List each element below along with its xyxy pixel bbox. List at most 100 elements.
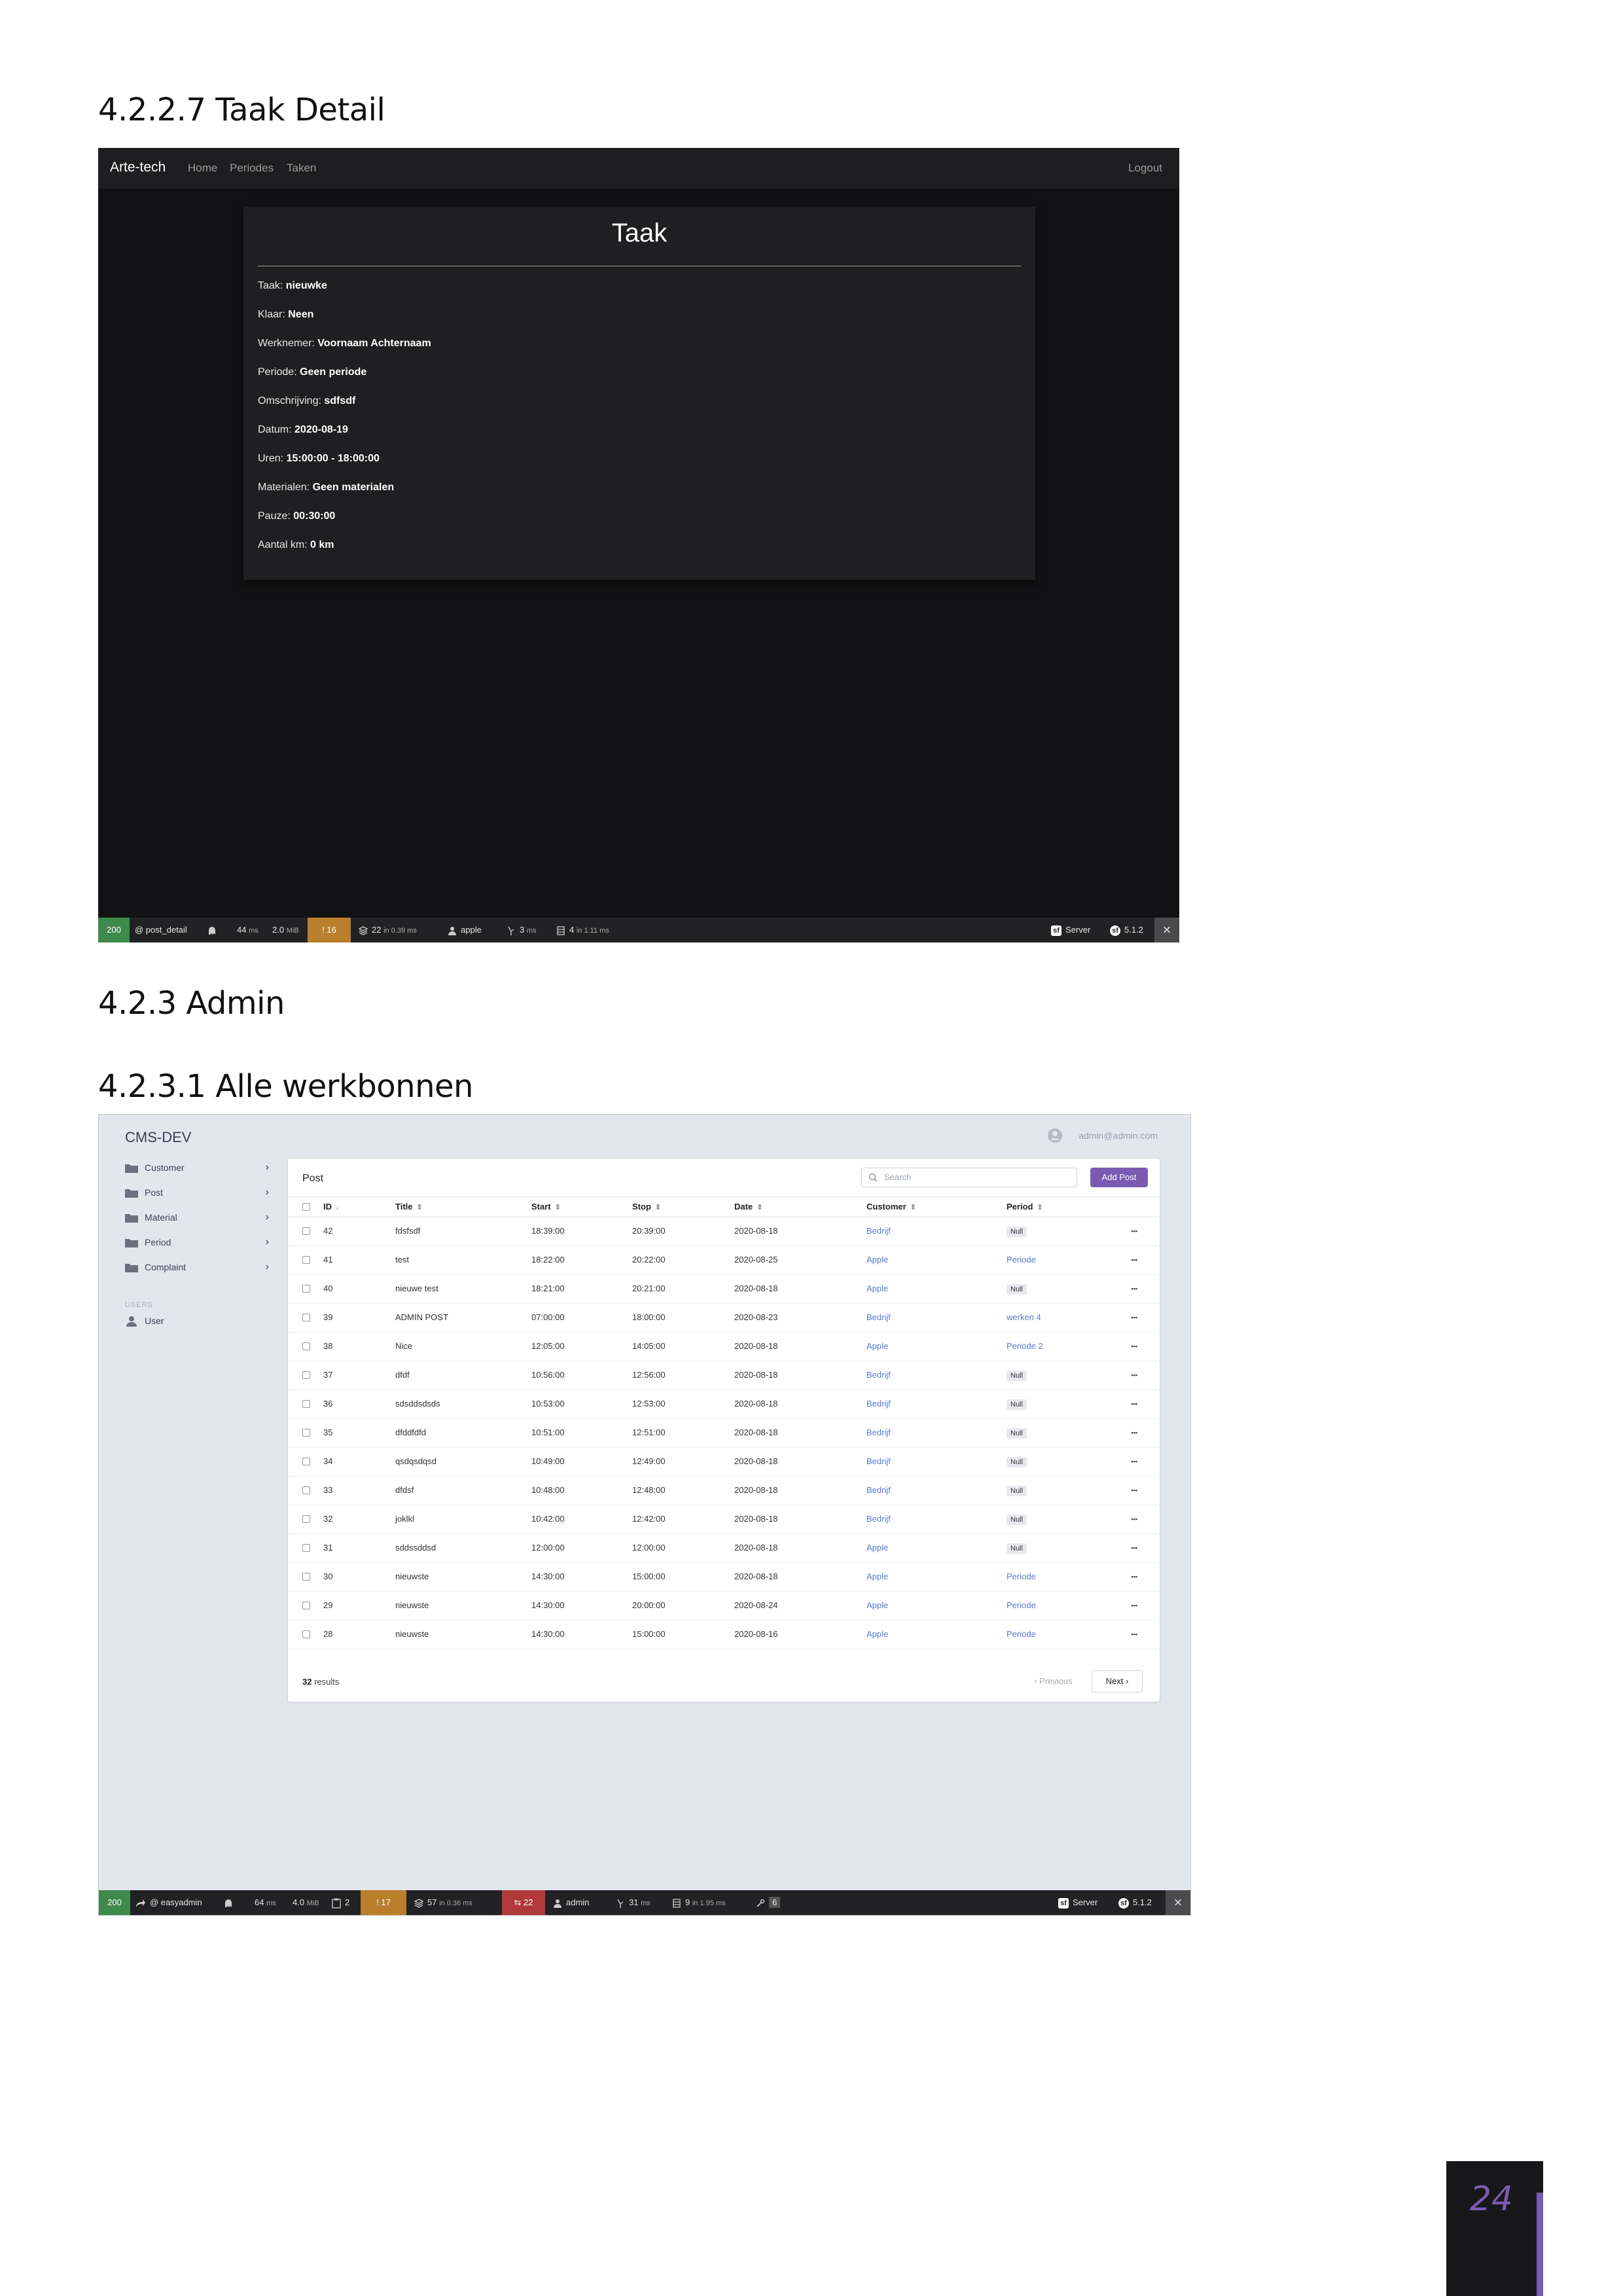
row-actions-icon[interactable]: ••• — [1132, 1390, 1137, 1418]
row-checkbox[interactable] — [302, 1314, 310, 1321]
row-actions-icon[interactable]: ••• — [1132, 1246, 1137, 1274]
twig-metric[interactable]: 6 — [756, 1890, 781, 1915]
table-row[interactable]: 40 nieuwe test 18:21:00 20:21:00 2020-08-18 A… — [288, 1274, 1160, 1304]
column-customer[interactable]: Customer ⇕ — [866, 1197, 916, 1217]
memory-metric[interactable]: 4.0 MiB — [293, 1890, 319, 1915]
menu-item-period[interactable]: Period › — [125, 1232, 269, 1252]
row-actions-icon[interactable]: ••• — [1132, 1303, 1137, 1332]
row-actions-icon[interactable]: ••• — [1132, 1217, 1137, 1246]
table-row[interactable]: 29 nieuwste 14:30:00 20:00:00 2020-08-24 Appl… — [288, 1591, 1160, 1621]
cell-customer[interactable]: Apple — [866, 1562, 888, 1591]
nav-home[interactable]: Home — [188, 162, 217, 175]
cell-customer[interactable]: Bedrijf — [866, 1303, 891, 1332]
table-row[interactable]: 34 qsdqsdqsd 10:49:00 12:49:00 2020-08-18 Bed… — [288, 1447, 1160, 1477]
cache-metric[interactable]: 57 in 0.36 ms — [414, 1890, 473, 1915]
table-row[interactable]: 31 sddssddsd 12:00:00 12:00:00 2020-08-18 App… — [288, 1534, 1160, 1563]
row-actions-icon[interactable]: ••• — [1132, 1447, 1137, 1476]
user-email[interactable]: admin@admin.com — [1079, 1130, 1158, 1141]
column-date[interactable]: Date ⇕ — [734, 1197, 762, 1217]
nav-periodes[interactable]: Periodes — [230, 162, 274, 175]
column-period[interactable]: Period ⇕ — [1007, 1197, 1043, 1217]
table-row[interactable]: 30 nieuwste 14:30:00 15:00:00 2020-08-18 Appl… — [288, 1562, 1160, 1592]
cell-period[interactable]: werken 4 — [1007, 1303, 1041, 1332]
table-row[interactable]: 32 joklkl 10:42:00 12:42:00 2020-08-18 Bedrij… — [288, 1505, 1160, 1534]
cell-customer[interactable]: Apple — [866, 1620, 888, 1649]
column-start[interactable]: Start ⇕ — [531, 1197, 561, 1217]
cell-customer[interactable]: Bedrijf — [866, 1418, 891, 1447]
menu-item-customer[interactable]: Customer › — [125, 1158, 269, 1177]
row-actions-icon[interactable]: ••• — [1132, 1562, 1137, 1591]
cell-period[interactable]: Periode — [1007, 1246, 1036, 1274]
row-actions-icon[interactable]: ••• — [1132, 1534, 1137, 1562]
user-metric[interactable]: admin — [553, 1890, 589, 1915]
brand-link[interactable]: Arte-tech — [110, 160, 166, 175]
row-actions-icon[interactable]: ••• — [1132, 1476, 1137, 1505]
column-title[interactable]: Title ⇕ — [395, 1197, 423, 1217]
menu-item-material[interactable]: Material › — [125, 1208, 269, 1227]
row-checkbox[interactable] — [302, 1256, 310, 1264]
server-info[interactable]: sf Server — [1058, 1890, 1097, 1915]
row-checkbox[interactable] — [302, 1573, 310, 1581]
user-avatar-icon[interactable] — [1047, 1128, 1063, 1143]
menu-item-post[interactable]: Post › — [125, 1183, 269, 1202]
close-icon[interactable]: × — [1154, 918, 1179, 942]
render-metric[interactable]: 31 ms — [616, 1890, 651, 1915]
menu-item-complaint[interactable]: Complaint › — [125, 1257, 269, 1277]
menu-item-user[interactable]: User — [125, 1311, 269, 1331]
row-actions-icon[interactable]: ••• — [1132, 1361, 1137, 1390]
symfony-version[interactable]: sf 5.1.2 — [1118, 1890, 1152, 1915]
status-code[interactable]: 200 — [99, 1890, 130, 1915]
db-metric[interactable]: 4 in 1.11 ms — [556, 918, 609, 942]
row-actions-icon[interactable]: ••• — [1132, 1418, 1137, 1447]
cell-customer[interactable]: Apple — [866, 1534, 888, 1562]
symfony-version[interactable]: sf 5.1.2 — [1110, 918, 1143, 942]
cell-customer[interactable]: Bedrijf — [866, 1217, 891, 1246]
row-actions-icon[interactable]: ••• — [1132, 1274, 1137, 1303]
select-all-checkbox[interactable] — [302, 1203, 310, 1211]
table-row[interactable]: 38 Nice 12:05:00 14:05:00 2020-08-18 Apple Per… — [288, 1332, 1160, 1361]
cell-customer[interactable]: Bedrijf — [866, 1476, 891, 1505]
cell-customer[interactable]: Apple — [866, 1274, 888, 1303]
next-page-button[interactable]: Next › — [1092, 1670, 1143, 1693]
row-checkbox[interactable] — [302, 1342, 310, 1350]
time-metric[interactable]: 64 ms — [255, 1890, 276, 1915]
cell-period[interactable]: Periode 2 — [1007, 1332, 1043, 1361]
row-checkbox[interactable] — [302, 1458, 310, 1465]
add-post-button[interactable]: Add Post — [1090, 1168, 1148, 1187]
cell-customer[interactable]: Bedrijf — [866, 1505, 891, 1534]
table-row[interactable]: 28 nieuwste 14:30:00 15:00:00 2020-08-16 Appl… — [288, 1620, 1160, 1649]
forms-metric[interactable]: 2 — [332, 1890, 349, 1915]
cell-customer[interactable]: Bedrijf — [866, 1447, 891, 1476]
logout-link[interactable]: Logout — [1128, 162, 1162, 175]
nav-taken[interactable]: Taken — [287, 162, 316, 175]
table-row[interactable]: 42 fdsfsdf 18:39:00 20:39:00 2020-08-18 Bedri… — [288, 1217, 1160, 1246]
row-checkbox[interactable] — [302, 1602, 310, 1609]
row-checkbox[interactable] — [302, 1630, 310, 1638]
cell-customer[interactable]: Apple — [866, 1591, 888, 1620]
column-id[interactable]: ID ↓ — [323, 1197, 340, 1217]
cell-customer[interactable]: Bedrijf — [866, 1390, 891, 1418]
row-checkbox[interactable] — [302, 1371, 310, 1379]
row-checkbox[interactable] — [302, 1544, 310, 1552]
cell-period[interactable]: Periode — [1007, 1562, 1036, 1591]
table-row[interactable]: 35 dfddfdfd 10:51:00 12:51:00 2020-08-18 Bedr… — [288, 1418, 1160, 1448]
user-metric[interactable]: apple — [448, 918, 482, 942]
route-name[interactable]: @ post_detail — [135, 918, 187, 942]
row-actions-icon[interactable]: ••• — [1132, 1620, 1137, 1649]
table-row[interactable]: 36 sdsddsdsds 10:53:00 12:53:00 2020-08-18 Be… — [288, 1390, 1160, 1419]
db-metric[interactable]: 9 in 1.95 ms — [672, 1890, 726, 1915]
cell-customer[interactable]: Apple — [866, 1332, 888, 1361]
cell-customer[interactable]: Bedrijf — [866, 1361, 891, 1390]
cell-customer[interactable]: Apple — [866, 1246, 888, 1274]
table-row[interactable]: 39 ADMIN POST 07:00:00 18:00:00 2020-08-23 Be… — [288, 1303, 1160, 1333]
cell-period[interactable]: Periode — [1007, 1591, 1036, 1620]
search-input[interactable]: Search — [861, 1168, 1077, 1187]
row-checkbox[interactable] — [302, 1515, 310, 1523]
table-row[interactable]: 37 dfdf 10:56:00 12:56:00 2020-08-18 Bedrijf N… — [288, 1361, 1160, 1390]
warnings-badge[interactable]: ! 17 — [361, 1890, 406, 1915]
table-row[interactable]: 33 dfdsf 10:48:00 12:48:00 2020-08-18 Bedrijf… — [288, 1476, 1160, 1505]
row-checkbox[interactable] — [302, 1227, 310, 1235]
cache-metric[interactable]: 22 in 0.39 ms — [359, 918, 417, 942]
row-checkbox[interactable] — [302, 1285, 310, 1293]
memory-metric[interactable]: 2.0 MiB — [272, 918, 299, 942]
